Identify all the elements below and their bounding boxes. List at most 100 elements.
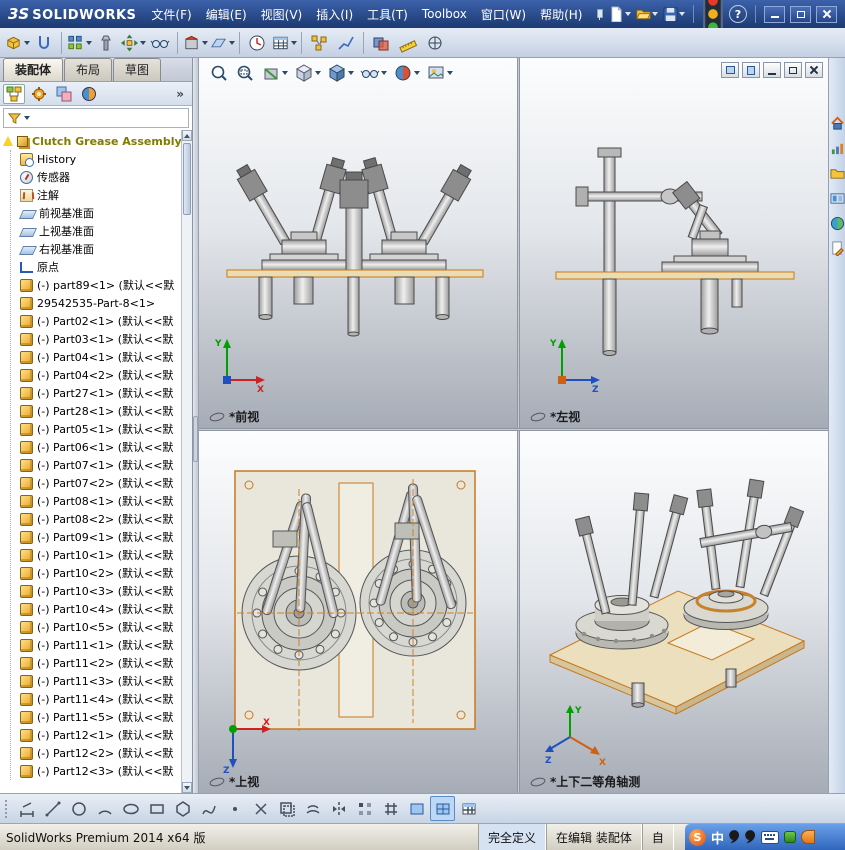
- file-explorer-icon[interactable]: [829, 166, 845, 181]
- zoom-fit-icon[interactable]: [207, 61, 231, 85]
- tree-item[interactable]: 传感器: [0, 168, 192, 186]
- insert-components-icon[interactable]: [4, 30, 30, 56]
- circle-icon[interactable]: [66, 796, 91, 821]
- appearances-icon[interactable]: [830, 216, 845, 231]
- section-view-icon[interactable]: [259, 61, 290, 85]
- tree-item[interactable]: 原点: [0, 258, 192, 276]
- display-style-icon[interactable]: [325, 61, 356, 85]
- rectangle-icon[interactable]: [144, 796, 169, 821]
- traffic-light-icon[interactable]: [702, 0, 724, 36]
- tree-item[interactable]: (-) Part10<1> (默认<<默: [0, 546, 192, 564]
- menu-pin-icon[interactable]: [593, 8, 605, 20]
- tree-item[interactable]: (-) Part12<1> (默认<<默: [0, 726, 192, 744]
- tree-item[interactable]: (-) Part11<1> (默认<<默: [0, 636, 192, 654]
- configurationmanager-tab[interactable]: [53, 84, 75, 104]
- tree-item[interactable]: (-) Part04<2> (默认<<默: [0, 366, 192, 384]
- single-view-icon[interactable]: [404, 796, 429, 821]
- tree-item[interactable]: 前视基准面: [0, 204, 192, 222]
- spline-icon[interactable]: [196, 796, 221, 821]
- ime-skin-icon[interactable]: [745, 830, 756, 844]
- four-view-icon[interactable]: [430, 796, 455, 821]
- table-icon[interactable]: [456, 796, 481, 821]
- tree-item[interactable]: (-) Part12<2> (默认<<默: [0, 744, 192, 762]
- tree-item[interactable]: (-) Part11<4> (默认<<默: [0, 690, 192, 708]
- trim-entities-icon[interactable]: [248, 796, 273, 821]
- custom-properties-icon[interactable]: [830, 241, 845, 256]
- menu-item[interactable]: Toolbox: [415, 5, 474, 23]
- menu-item[interactable]: 编辑(E): [199, 4, 254, 25]
- ime-toolbar[interactable]: S 中: [685, 824, 845, 850]
- viewport-top[interactable]: X Z *上视: [199, 431, 517, 793]
- new-document-button[interactable]: [609, 4, 631, 24]
- tree-item[interactable]: (-) Part11<5> (默认<<默: [0, 708, 192, 726]
- splitter-grip[interactable]: [193, 416, 198, 462]
- ime-settings-icon[interactable]: [784, 831, 797, 843]
- tree-item[interactable]: 29542535-Part-8<1>: [0, 294, 192, 312]
- tile-vertical-icon[interactable]: [742, 62, 760, 78]
- tree-item[interactable]: 右视基准面: [0, 240, 192, 258]
- scroll-down-arrow[interactable]: [182, 782, 192, 793]
- menu-item[interactable]: 工具(T): [360, 4, 415, 25]
- document-close-button[interactable]: [805, 62, 823, 78]
- sogou-icon[interactable]: S: [689, 828, 706, 846]
- move-component-icon[interactable]: [120, 30, 146, 56]
- tree-item[interactable]: (-) Part06<1> (默认<<默: [0, 438, 192, 456]
- menu-item[interactable]: 文件(F): [144, 4, 198, 25]
- new-motion-study-icon[interactable]: [244, 30, 270, 56]
- restore-button[interactable]: [790, 5, 811, 23]
- polygon-icon[interactable]: [170, 796, 195, 821]
- tree-scrollbar[interactable]: [181, 130, 192, 793]
- tree-item[interactable]: (-) Part04<1> (默认<<默: [0, 348, 192, 366]
- close-button[interactable]: [816, 5, 837, 23]
- tree-item[interactable]: (-) Part05<1> (默认<<默: [0, 420, 192, 438]
- tile-horizontal-icon[interactable]: [721, 62, 739, 78]
- linear-sketch-pattern-icon[interactable]: [352, 796, 377, 821]
- tree-item[interactable]: (-) Part07<1> (默认<<默: [0, 456, 192, 474]
- featuremanager-tree-tab[interactable]: [3, 83, 25, 104]
- ime-tool-icon[interactable]: [729, 830, 740, 844]
- tree-root-assembly[interactable]: Clutch Grease Assembly: [0, 132, 192, 150]
- view-orientation-icon[interactable]: [292, 61, 323, 85]
- view-palette-icon[interactable]: [829, 191, 845, 206]
- tree-filter[interactable]: [3, 108, 189, 128]
- viewport-left[interactable]: Y Z *左视: [520, 58, 828, 428]
- tree-item[interactable]: (-) Part11<3> (默认<<默: [0, 672, 192, 690]
- design-library-icon[interactable]: [830, 141, 845, 156]
- tree-item[interactable]: 注解: [0, 186, 192, 204]
- open-button[interactable]: [636, 4, 658, 24]
- mass-properties-icon[interactable]: [422, 30, 448, 56]
- edit-appearance-icon[interactable]: [391, 61, 422, 85]
- tree-item[interactable]: (-) Part09<1> (默认<<默: [0, 528, 192, 546]
- grid-icon[interactable]: [378, 796, 403, 821]
- ime-keyboard-icon[interactable]: [761, 830, 780, 844]
- tree-item[interactable]: 上视基准面: [0, 222, 192, 240]
- save-button[interactable]: [663, 4, 685, 24]
- bill-of-materials-icon[interactable]: [271, 30, 297, 56]
- convert-entities-icon[interactable]: [274, 796, 299, 821]
- ellipse-icon[interactable]: [118, 796, 143, 821]
- document-restore-button[interactable]: [784, 62, 802, 78]
- reference-geometry-icon[interactable]: [209, 30, 235, 56]
- scroll-thumb[interactable]: [183, 143, 191, 215]
- linear-component-pattern-icon[interactable]: [66, 30, 92, 56]
- interference-detection-icon[interactable]: [368, 30, 394, 56]
- explode-line-sketch-icon[interactable]: [333, 30, 359, 56]
- tree-item[interactable]: (-) Part10<2> (默认<<默: [0, 564, 192, 582]
- viewport-isometric[interactable]: Y X Z *上下二等角轴测: [520, 431, 828, 793]
- smart-fasteners-icon[interactable]: [93, 30, 119, 56]
- zoom-area-icon[interactable]: [233, 61, 257, 85]
- smart-dimension-icon[interactable]: [14, 796, 39, 821]
- tree-item[interactable]: (-) part89<1> (默认<<默: [0, 276, 192, 294]
- document-minimize-button[interactable]: [763, 62, 781, 78]
- panel-expand-button[interactable]: »: [171, 87, 189, 101]
- resources-home-icon[interactable]: [830, 116, 845, 131]
- line-icon[interactable]: [40, 796, 65, 821]
- tree-item[interactable]: (-) Part08<2> (默认<<默: [0, 510, 192, 528]
- mode-tab[interactable]: 装配体: [3, 58, 64, 81]
- tree-item[interactable]: History: [0, 150, 192, 168]
- point-icon[interactable]: [222, 796, 247, 821]
- mode-tab[interactable]: 草图: [113, 58, 162, 81]
- mate-icon[interactable]: [31, 30, 57, 56]
- offset-entities-icon[interactable]: [300, 796, 325, 821]
- show-hidden-components-icon[interactable]: [147, 30, 173, 56]
